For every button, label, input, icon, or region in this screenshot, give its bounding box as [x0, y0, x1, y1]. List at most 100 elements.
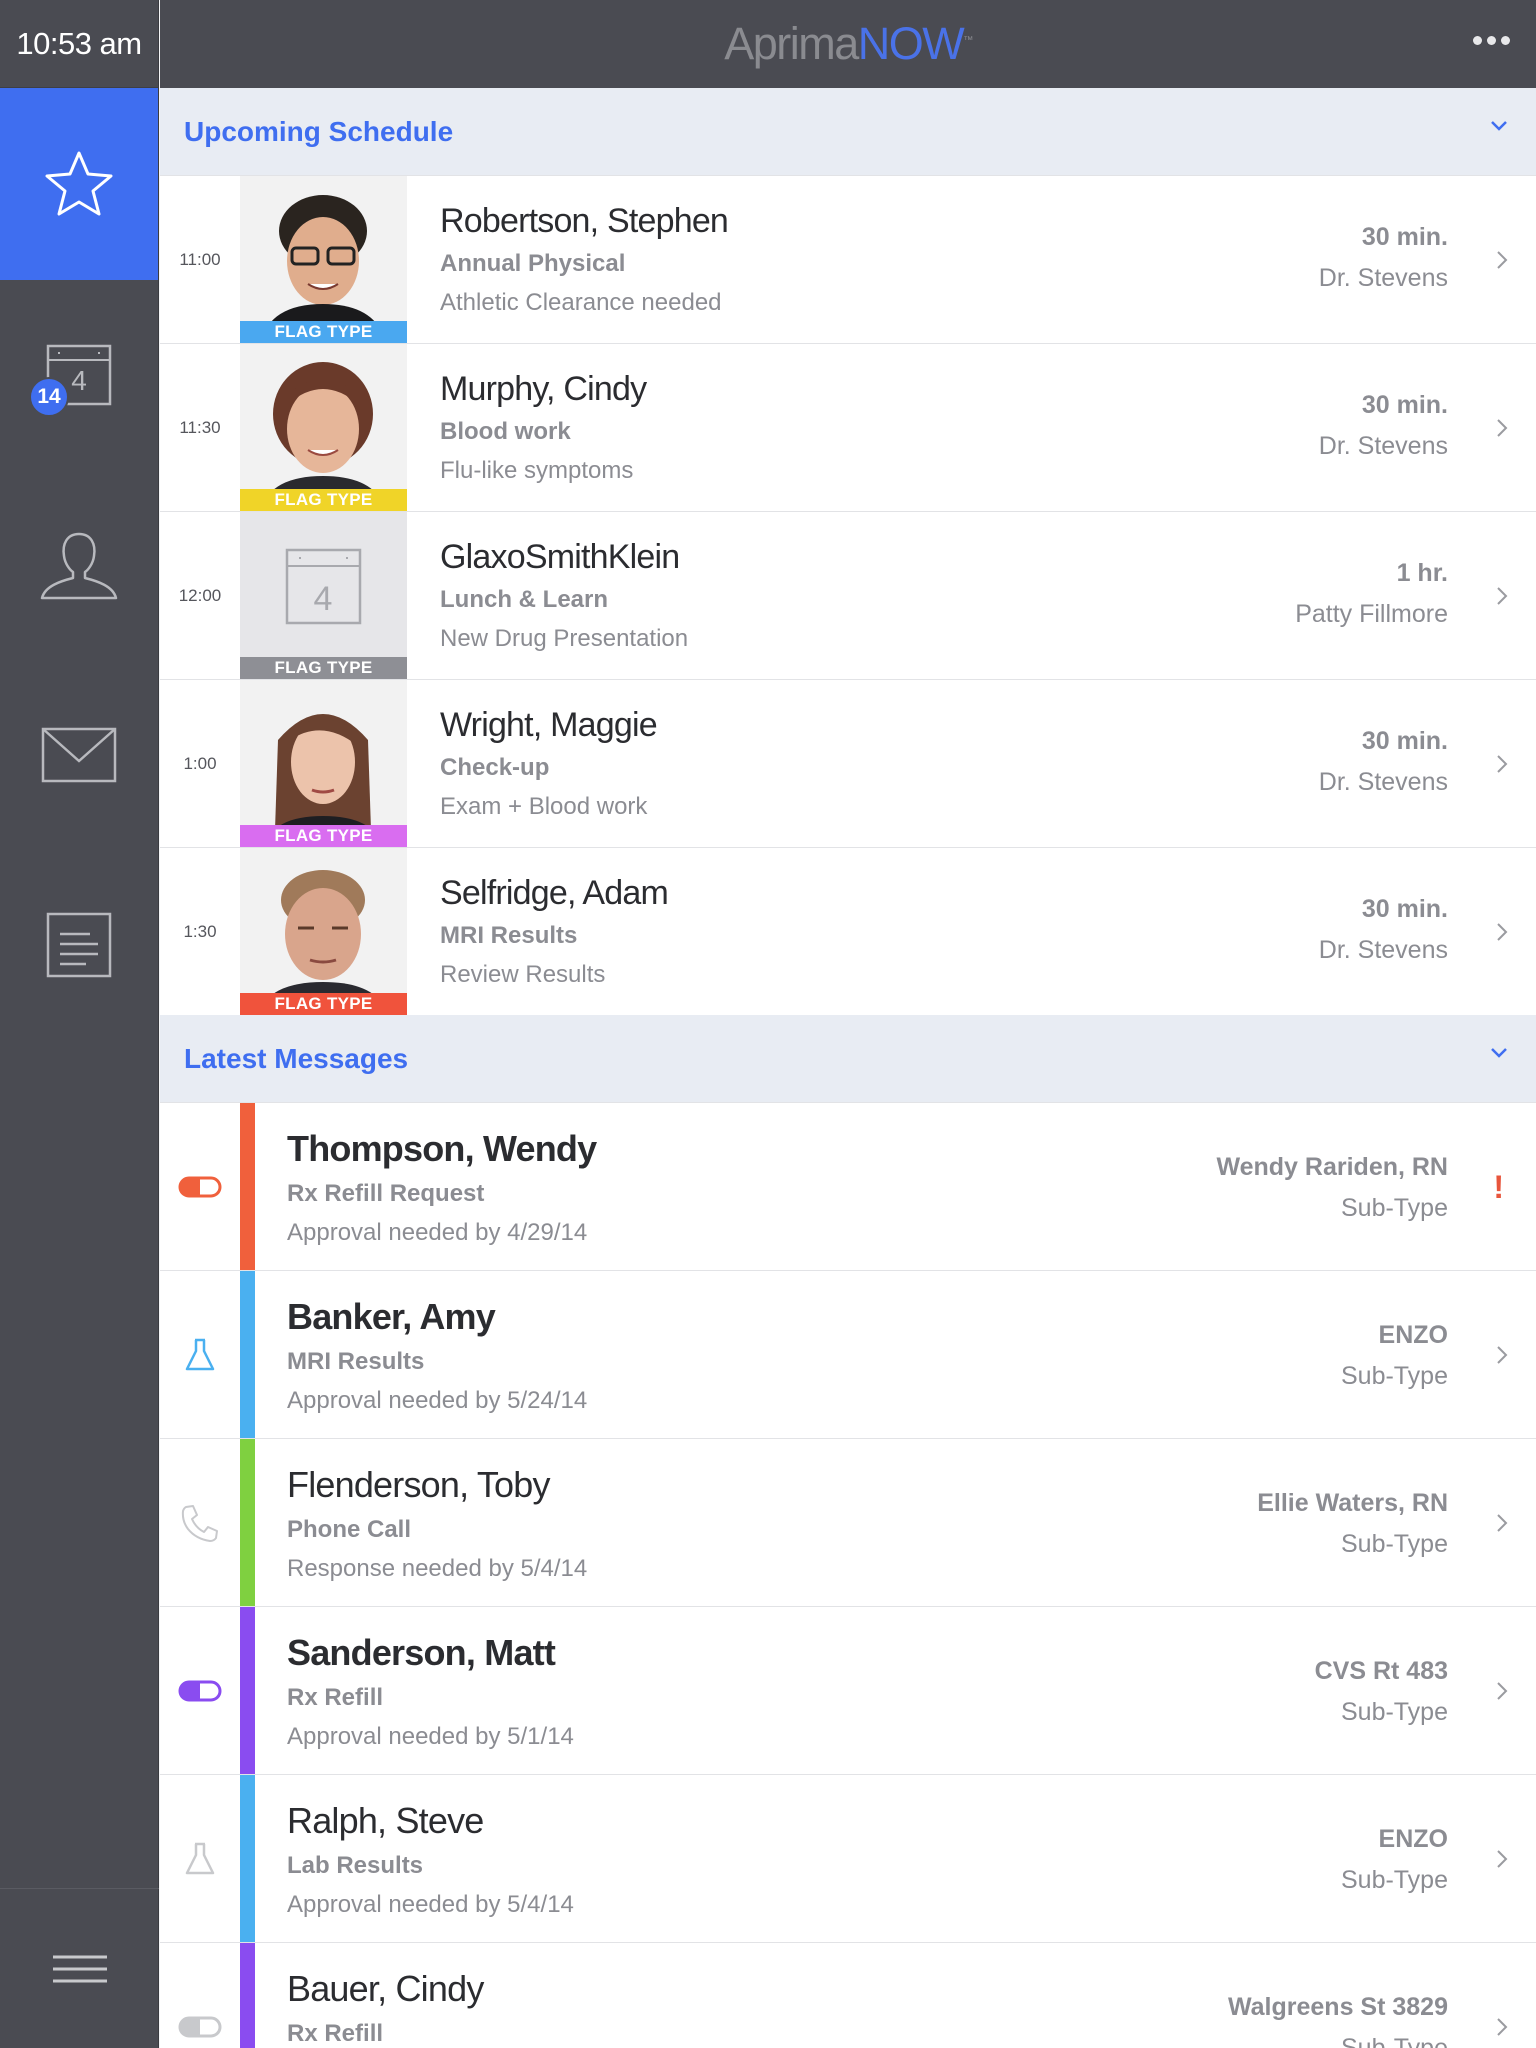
message-from: CVS Rt 483	[1314, 1657, 1448, 1685]
appointment-provider: Dr. Stevens	[1318, 264, 1448, 292]
avatar-woman-short-hair	[240, 344, 407, 511]
sidebar-item-messages[interactable]	[0, 660, 158, 850]
appointment-duration: 30 min.	[1361, 223, 1448, 251]
svg-text:4: 4	[314, 580, 333, 618]
message-note: Approval needed by 5/4/14	[287, 1891, 574, 1918]
message-type-icon	[160, 1271, 240, 1438]
message-note: Response needed by 5/4/14	[287, 1555, 588, 1582]
envelope-icon	[41, 727, 117, 783]
message-type-icon	[160, 1607, 240, 1774]
chevron-right-icon	[1497, 1681, 1508, 1700]
sidebar-item-patients[interactable]	[0, 470, 158, 660]
appointment-provider: Dr. Stevens	[1318, 936, 1448, 964]
patient-name: Murphy, Cindy	[440, 370, 647, 408]
message-note: Approval needed by 4/29/14	[287, 1219, 588, 1246]
chevron-right-icon	[1497, 418, 1508, 437]
messages-section-header[interactable]: Latest Messages	[160, 1015, 1536, 1102]
message-type: MRI Results	[287, 1348, 425, 1375]
chevron-right-icon	[1497, 586, 1508, 605]
more-options-button[interactable]	[1473, 36, 1510, 45]
message-info: Banker, Amy MRI Results Approval needed …	[287, 1271, 587, 1438]
message-note: Approval needed by 5/1/14	[287, 1723, 574, 1750]
message-sender-name: Thompson, Wendy	[287, 1128, 597, 1169]
message-meta: Walgreens St 3829 Sub-Type	[1228, 1993, 1448, 2048]
message-subtype: Sub-Type	[1340, 1698, 1448, 1726]
message-row[interactable]: Sanderson, Matt Rx Refill Approval neede…	[160, 1606, 1536, 1774]
appointment-type: Blood work	[440, 418, 571, 445]
sidebar-item-calendar[interactable]: 4 14	[0, 280, 158, 470]
message-sender-name: Bauer, Cindy	[287, 1968, 484, 2009]
appointment-type: Annual Physical	[440, 250, 626, 277]
appointment-time: 11:00	[179, 249, 221, 269]
appointment-duration: 30 min.	[1361, 727, 1448, 755]
message-from: Ellie Waters, RN	[1257, 1489, 1448, 1517]
chevron-right-icon	[1497, 754, 1508, 773]
patient-name: Wright, Maggie	[440, 706, 658, 744]
appointment-time: 12:00	[178, 585, 222, 605]
message-type: Rx Refill Request	[287, 1180, 485, 1207]
sidebar-item-favorites[interactable]	[0, 88, 158, 280]
chevron-down-icon	[1491, 121, 1507, 131]
appointment-duration: 30 min.	[1361, 895, 1448, 923]
sidebar-menu-button[interactable]	[0, 1888, 159, 2048]
appointment-row[interactable]: 1:30 FLAG TYPE Selfridge, Adam MRI Resul…	[160, 847, 1536, 1015]
svg-text:4: 4	[71, 365, 87, 396]
hamburger-icon	[52, 1955, 107, 1982]
appointment-type: MRI Results	[440, 922, 578, 949]
message-meta: ENZO Sub-Type	[1341, 1825, 1448, 1895]
appointment-note: Review Results	[440, 961, 606, 988]
appointment-duration: 30 min.	[1361, 391, 1448, 419]
appointment-note: Flu-like symptoms	[440, 457, 634, 484]
status-time: 10:53 am	[0, 0, 158, 88]
avatar-young-woman	[240, 680, 407, 847]
message-row[interactable]: Thompson, Wendy Rx Refill Request Approv…	[160, 1102, 1536, 1270]
chevron-right-icon	[1497, 1849, 1508, 1868]
avatar-man-glasses	[240, 176, 407, 343]
sidebar-item-documents[interactable]	[0, 850, 158, 1040]
appointment-time: 1:00	[183, 753, 217, 773]
sidebar: 10:53 am 4 14	[0, 0, 159, 2048]
chevron-right-icon	[1497, 1345, 1508, 1364]
patient-photo: FLAG TYPE	[240, 680, 407, 847]
appointment-info: Selfridge, Adam MRI Results Review Resul…	[440, 848, 669, 1015]
appointment-row[interactable]: 11:30 FLAG TYPE Murphy, Cindy Blood work…	[160, 343, 1536, 511]
message-row[interactable]: Bauer, Cindy Rx Refill Walgreens St 3829…	[160, 1942, 1536, 2048]
message-row[interactable]: Flenderson, Toby Phone Call Response nee…	[160, 1438, 1536, 1606]
pill-icon	[178, 1176, 222, 1197]
pill-icon	[178, 1680, 222, 1701]
message-subtype: Sub-Type	[1340, 2034, 1448, 2048]
message-meta: ENZO Sub-Type	[1341, 1321, 1448, 1391]
calendar-icon: 4	[285, 548, 362, 625]
appointment-row[interactable]: 11:00 FLAG TYPE Robertson, Stephen Annua…	[160, 175, 1536, 343]
patient-photo: FLAG TYPE	[240, 344, 407, 511]
message-row[interactable]: Banker, Amy MRI Results Approval needed …	[160, 1270, 1536, 1438]
message-meta: CVS Rt 483 Sub-Type	[1315, 1657, 1448, 1727]
appointment-meta: 1 hr. Patty Fillmore	[1295, 559, 1448, 629]
avatar-older-man	[240, 848, 407, 1015]
appointment-duration: 1 hr.	[1396, 559, 1448, 587]
appointment-meta: 30 min. Dr. Stevens	[1319, 727, 1448, 797]
message-meta: Ellie Waters, RN Sub-Type	[1257, 1489, 1448, 1559]
message-subtype: Sub-Type	[1340, 1530, 1448, 1558]
message-type-icon	[160, 1103, 240, 1270]
appointment-row[interactable]: 1:00 FLAG TYPE Wright, Maggie Check-up E…	[160, 679, 1536, 847]
flag-label: FLAG TYPE	[240, 321, 407, 343]
appointment-time: 11:30	[179, 417, 221, 437]
appointment-meta: 30 min. Dr. Stevens	[1319, 895, 1448, 965]
chevron-right-icon	[1497, 250, 1508, 269]
star-icon	[45, 151, 113, 216]
alert-icon: !	[1493, 1169, 1504, 1205]
message-type-icon	[160, 1439, 240, 1606]
appointment-meta: 30 min. Dr. Stevens	[1319, 391, 1448, 461]
appointment-row[interactable]: 12:00 4 FLAG TYPE GlaxoSmithKlein Lunch …	[160, 511, 1536, 679]
flag-label: FLAG TYPE	[240, 993, 407, 1015]
appointment-note: New Drug Presentation	[440, 625, 689, 652]
flag-label: FLAG TYPE	[240, 825, 407, 847]
appointment-note: Athletic Clearance needed	[440, 289, 722, 316]
message-row[interactable]: Ralph, Steve Lab Results Approval needed…	[160, 1774, 1536, 1942]
chevron-right-icon	[1497, 922, 1508, 941]
calendar-badge: 14	[29, 377, 69, 417]
appointment-provider: Patty Fillmore	[1295, 600, 1448, 628]
appointment-time: 1:30	[183, 921, 217, 941]
schedule-section-header[interactable]: Upcoming Schedule	[160, 88, 1536, 175]
